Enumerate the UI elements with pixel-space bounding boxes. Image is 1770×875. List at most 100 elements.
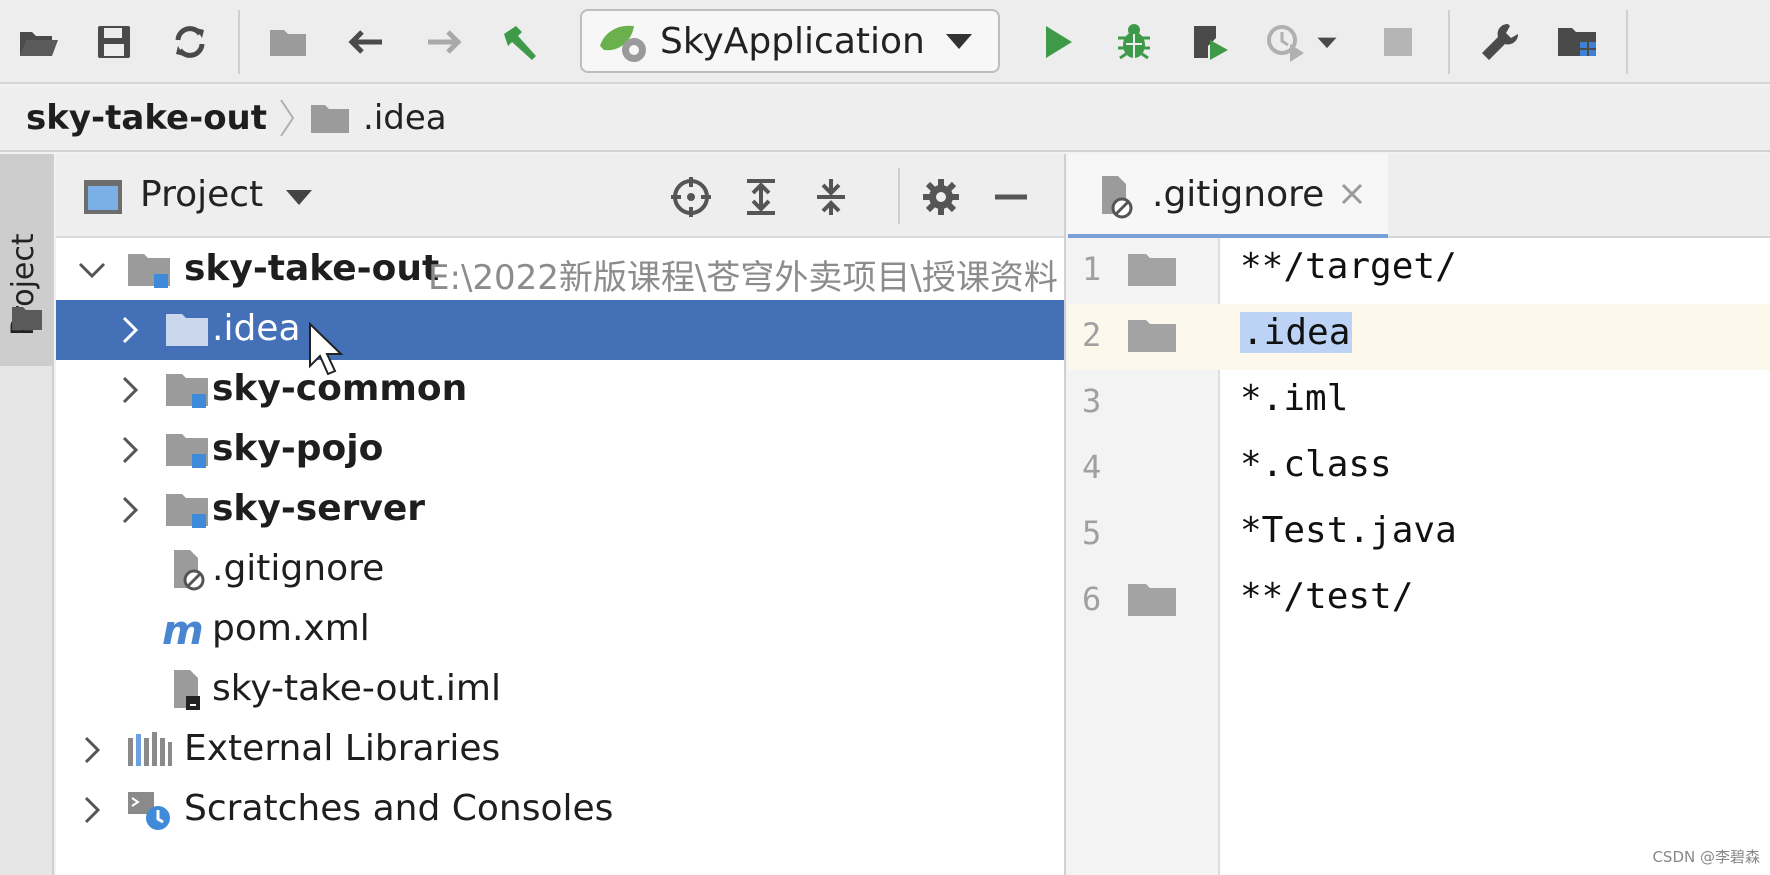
tree-item-label: .gitignore	[212, 548, 385, 589]
tree-item-pom-xml[interactable]: m pom.xml	[56, 600, 1064, 660]
folder-icon	[1128, 584, 1176, 616]
folder-icon	[1128, 254, 1176, 286]
code-text: **/test/	[1240, 576, 1414, 617]
chevron-right-icon[interactable]	[114, 494, 146, 526]
profile-icon[interactable]	[1258, 14, 1314, 70]
open-folder-icon[interactable]	[10, 14, 66, 70]
editor-tab-bar: .gitignore	[1068, 154, 1770, 238]
module-folder-icon	[166, 434, 208, 468]
svg-text:m: m	[162, 608, 204, 652]
toolbar-separator	[238, 10, 240, 74]
coverage-icon[interactable]	[1182, 14, 1238, 70]
code-line[interactable]: 1 **/target/	[1068, 238, 1770, 304]
project-tree: sky-take-out E:\2022新版课程\苍穹外卖项目\授课资料 .id…	[56, 240, 1064, 840]
code-line[interactable]: 3 *.iml	[1068, 370, 1770, 436]
chevron-right-icon[interactable]	[114, 434, 146, 466]
stop-icon[interactable]	[1370, 14, 1426, 70]
folder-icon	[1128, 320, 1176, 352]
folder-icon	[311, 105, 350, 133]
code-line-current[interactable]: 2 .idea	[1068, 304, 1770, 370]
tree-item-external-libraries[interactable]: External Libraries	[56, 720, 1064, 780]
project-structure-icon[interactable]	[1550, 14, 1606, 70]
tree-item-sky-common[interactable]: sky-common	[56, 360, 1064, 420]
scratches-icon	[128, 792, 170, 830]
run-configuration-selector[interactable]: SkyApplication	[580, 9, 1000, 73]
ignore-file-icon	[174, 550, 205, 591]
project-tool-window: Project sky-take-out E:\2022新版课程\苍穹外卖项目\…	[56, 154, 1066, 875]
tree-root[interactable]: sky-take-out E:\2022新版课程\苍穹外卖项目\授课资料	[56, 240, 1064, 300]
watermark: CSDN @李碧森	[1652, 848, 1760, 866]
spring-boot-icon	[600, 25, 646, 62]
locate-icon[interactable]	[664, 170, 718, 224]
tree-item-scratches[interactable]: Scratches and Consoles	[56, 780, 1064, 840]
chevron-down-icon[interactable]	[286, 190, 312, 205]
code-text: *.iml	[1240, 378, 1349, 419]
forward-arrow-icon[interactable]	[416, 14, 472, 70]
tree-item-label: Scratches and Consoles	[184, 788, 614, 829]
run-icon[interactable]	[1030, 14, 1086, 70]
editor-tab-gitignore[interactable]: .gitignore	[1068, 154, 1388, 238]
tree-item-label: sky-take-out.iml	[212, 668, 502, 709]
breadcrumb-separator-icon	[280, 99, 295, 137]
chevron-right-icon[interactable]	[114, 314, 146, 346]
chevron-right-icon[interactable]	[114, 374, 146, 406]
collapse-all-icon[interactable]	[804, 170, 858, 224]
editor-tab-label: .gitignore	[1152, 174, 1325, 215]
tree-item-iml[interactable]: sky-take-out.iml	[56, 660, 1064, 720]
tree-item-idea[interactable]: .idea	[56, 300, 1064, 376]
code-text-highlighted: .idea	[1240, 312, 1353, 353]
hide-icon[interactable]	[984, 170, 1038, 224]
breadcrumb-item[interactable]: .idea	[363, 98, 447, 138]
chevron-down-icon	[946, 33, 972, 49]
expand-all-icon[interactable]	[734, 170, 788, 224]
iml-file-icon	[174, 670, 200, 710]
run-configuration-label: SkyApplication	[660, 20, 925, 62]
close-icon[interactable]	[1338, 180, 1366, 208]
code-line[interactable]: 4 *.class	[1068, 436, 1770, 502]
tree-root-path: E:\2022新版课程\苍穹外卖项目\授课资料	[428, 258, 1058, 298]
debug-icon[interactable]	[1106, 14, 1162, 70]
project-view-title[interactable]: Project	[140, 174, 263, 215]
tree-item-sky-server[interactable]: sky-server	[56, 480, 1064, 540]
project-view-icon	[84, 180, 122, 214]
build-hammer-icon[interactable]	[492, 14, 548, 70]
sync-icon[interactable]	[162, 14, 218, 70]
chevron-down-icon[interactable]	[1312, 14, 1342, 70]
maven-file-icon: m	[162, 608, 204, 652]
code-line[interactable]: 6 **/test/	[1068, 568, 1770, 634]
module-folder-icon	[166, 494, 208, 528]
project-panel-header: Project	[56, 154, 1064, 238]
panel-toolbar-separator	[898, 168, 900, 224]
folder-icon[interactable]	[260, 14, 316, 70]
settings-wrench-icon[interactable]	[1472, 14, 1528, 70]
project-tool-window-tab[interactable]: Project	[0, 154, 52, 366]
code-text: *.class	[1240, 444, 1392, 485]
code-text: *Test.java	[1240, 510, 1457, 551]
back-arrow-icon[interactable]	[338, 14, 394, 70]
tree-item-gitignore[interactable]: .gitignore	[56, 540, 1064, 600]
code-line[interactable]: 5 *Test.java	[1068, 502, 1770, 568]
module-folder-icon	[166, 374, 208, 408]
chevron-right-icon[interactable]	[76, 794, 108, 826]
line-number: 6	[1082, 580, 1102, 618]
code-editor[interactable]: 1 **/target/ 2 .idea 3 *.iml 4 *.class 5…	[1068, 238, 1770, 875]
line-number: 5	[1082, 514, 1102, 552]
main-toolbar: SkyApplication	[0, 0, 1770, 84]
chevron-down-icon[interactable]	[76, 254, 108, 286]
tree-item-label: sky-pojo	[212, 428, 384, 469]
tool-window-strip: Project	[0, 154, 54, 875]
tree-item-label: sky-server	[212, 488, 426, 529]
code-text: **/target/	[1240, 246, 1457, 287]
navigation-breadcrumb: sky-take-out .idea	[0, 86, 1770, 152]
tree-item-label: pom.xml	[212, 608, 370, 649]
library-icon	[128, 732, 172, 766]
toolbar-separator	[1448, 10, 1450, 74]
breadcrumb-project[interactable]: sky-take-out	[26, 98, 267, 138]
line-number: 1	[1082, 250, 1102, 288]
save-icon[interactable]	[86, 14, 142, 70]
tree-item-label: sky-common	[212, 368, 468, 409]
chevron-right-icon[interactable]	[76, 734, 108, 766]
tree-item-sky-pojo[interactable]: sky-pojo	[56, 420, 1064, 480]
ignore-file-icon	[1102, 176, 1133, 219]
gear-icon[interactable]	[914, 170, 968, 224]
